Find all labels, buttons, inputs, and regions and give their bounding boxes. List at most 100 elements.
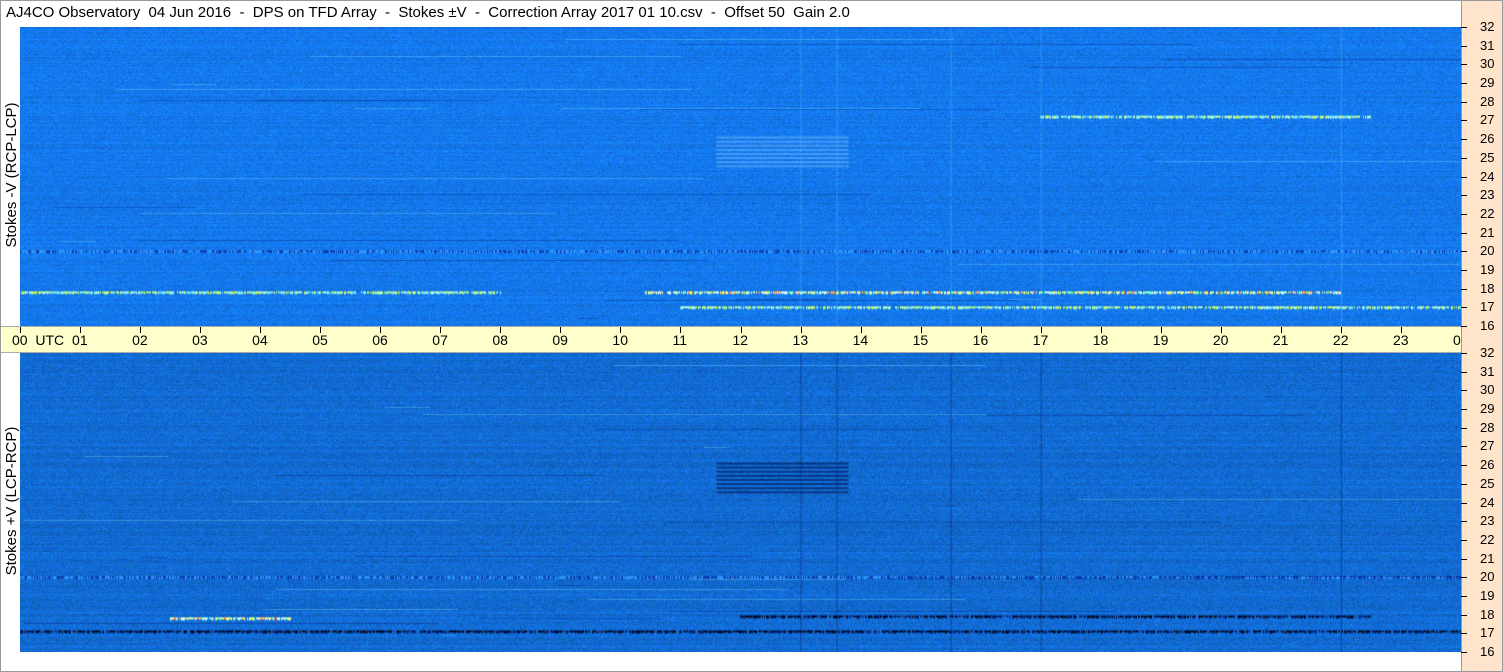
time-tick-label: 09: [552, 332, 568, 348]
frequency-tick: [1461, 27, 1467, 28]
frequency-tick: [1461, 307, 1467, 309]
time-tick-label: 16: [972, 332, 989, 348]
frequency-tick-label: 18: [1480, 280, 1495, 296]
frequency-tick-label: 25: [1480, 149, 1495, 165]
frequency-tick-label: 28: [1480, 419, 1495, 435]
time-tick-label: 03: [192, 332, 208, 348]
frequency-tick: [1461, 269, 1467, 271]
time-tick-label: 17: [1032, 332, 1049, 348]
time-tick-label: 07: [432, 332, 448, 348]
time-tick-label: 12: [732, 332, 749, 348]
frequency-tick: [1461, 353, 1467, 354]
frequency-tick-label: 30: [1480, 382, 1495, 398]
frequency-tick-label: 23: [1480, 513, 1495, 529]
frequency-tick-label: 28: [1480, 93, 1495, 109]
time-tick-label: 00 UTC: [12, 332, 65, 348]
frequency-tick-label: 18: [1480, 606, 1495, 622]
frequency-tick: [1461, 157, 1467, 159]
frequency-tick: [1461, 539, 1467, 541]
frequency-tick-label: 26: [1480, 457, 1495, 473]
frequency-tick-label: 27: [1480, 438, 1495, 454]
time-tick-label: 05: [312, 332, 328, 348]
spectrogram-bottom-canvas: [20, 353, 1461, 652]
frequency-tick-label: 19: [1480, 587, 1495, 603]
frequency-axis-bottom: 32 31 30 29 28 27 26 25 24 23 22 21 20 19 18 17 16: [1461, 346, 1503, 659]
time-tick-label: 18: [1092, 332, 1109, 348]
frequency-tick-label: 27: [1480, 112, 1495, 128]
time-tick-label: 15: [912, 332, 929, 348]
frequency-tick: [1461, 502, 1467, 504]
frequency-tick: [1461, 101, 1467, 103]
spectrogram-bottom-panel: [20, 353, 1461, 652]
frequency-tick-label: 29: [1480, 75, 1495, 91]
frequency-tick: [1461, 371, 1467, 373]
frequency-tick-label: 22: [1480, 531, 1495, 547]
time-tick-label: 01: [72, 332, 88, 348]
frequency-tick-label: 26: [1480, 131, 1495, 147]
frequency-tick-label: 20: [1480, 243, 1495, 259]
frequency-tick: [1461, 139, 1467, 141]
frequency-tick-label: 25: [1480, 475, 1495, 491]
time-tick-label: 14: [852, 332, 869, 348]
frequency-tick-label: 29: [1480, 401, 1495, 417]
frequency-axis-top: 32 31 30 29 28 27 26 25 24 23 22 21 20 19 18 17 16: [1461, 20, 1503, 333]
frequency-tick-label: 21: [1480, 224, 1495, 240]
frequency-tick: [1461, 176, 1467, 178]
bottom-panel-label: Stokes +V (LCP-RCP): [3, 426, 20, 576]
frequency-tick: [1461, 558, 1467, 560]
frequency-tick: [1461, 465, 1467, 467]
time-tick-label: 19: [1152, 332, 1169, 348]
time-tick-label: 08: [492, 332, 508, 348]
frequency-tick: [1461, 633, 1467, 635]
time-tick-label: 22: [1332, 332, 1349, 348]
time-tick-label: 13: [792, 332, 809, 348]
top-panel-label: Stokes -V (RCP-LCP): [3, 102, 20, 248]
frequency-tick: [1461, 120, 1467, 122]
frequency-tick-label: 32: [1480, 19, 1495, 34]
frequency-tick-label: 17: [1480, 625, 1495, 641]
frequency-tick: [1461, 390, 1467, 392]
frequency-tick: [1461, 483, 1467, 485]
time-tick-label: 21: [1272, 332, 1289, 348]
chart-title: AJ4CO Observatory 04 Jun 2016 - DPS on T…: [6, 4, 850, 21]
frequency-tick-label: 16: [1480, 644, 1495, 659]
frequency-tick: [1461, 195, 1467, 197]
frequency-tick: [1461, 251, 1467, 253]
time-tick-label: 20: [1212, 332, 1229, 348]
time-tick-label: 04: [252, 332, 268, 348]
frequency-tick: [1461, 577, 1467, 579]
time-tick-label: 11: [672, 332, 687, 348]
frequency-tick-label: 24: [1480, 494, 1495, 510]
frequency-tick: [1461, 83, 1467, 85]
frequency-tick-label: 23: [1480, 187, 1495, 203]
frequency-tick-label: 22: [1480, 205, 1495, 221]
time-tick-label: 23: [1392, 332, 1409, 348]
frequency-tick: [1461, 652, 1467, 653]
frequency-tick: [1461, 446, 1467, 448]
frequency-tick-label: 32: [1480, 345, 1495, 360]
frequency-tick: [1461, 232, 1467, 234]
time-tick-label: 02: [132, 332, 148, 348]
frequency-tick: [1461, 45, 1467, 47]
time-tick-label: 06: [372, 332, 388, 348]
spectrogram-top-canvas: [20, 27, 1461, 326]
frequency-tick: [1461, 427, 1467, 429]
frequency-tick: [1461, 64, 1467, 66]
frequency-tick-label: 20: [1480, 569, 1495, 585]
frequency-tick-label: 31: [1480, 37, 1495, 53]
frequency-tick: [1461, 409, 1467, 411]
spectrogram-top-panel: [20, 27, 1461, 326]
frequency-tick-label: 19: [1480, 261, 1495, 277]
time-tick-label: 10: [612, 332, 628, 348]
frequency-tick-label: 16: [1480, 318, 1495, 333]
frequency-tick-label: 31: [1480, 363, 1495, 379]
frequency-tick-label: 21: [1480, 550, 1495, 566]
frequency-tick: [1461, 595, 1467, 597]
frequency-tick: [1461, 288, 1467, 290]
frequency-tick: [1461, 326, 1467, 327]
frequency-tick: [1461, 614, 1467, 616]
time-axis: 00 UTC 01 02 03 04 05 06 07 08 09 10 11 12 13 14 15 16 17…: [0, 326, 1497, 353]
frequency-tick: [1461, 521, 1467, 523]
frequency-tick: [1461, 213, 1467, 215]
frequency-tick-label: 24: [1480, 168, 1495, 184]
